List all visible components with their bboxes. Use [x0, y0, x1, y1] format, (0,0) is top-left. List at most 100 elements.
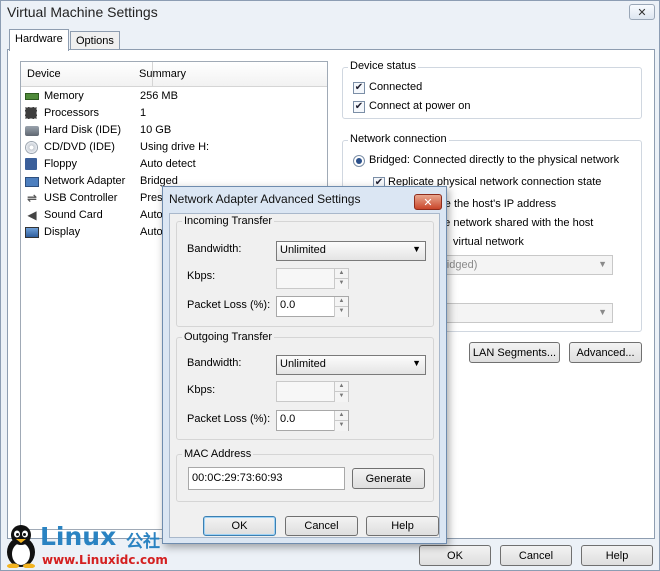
incoming-packet-loss-stepper[interactable]: 0.0 ▲ ▼	[276, 296, 349, 317]
device-summary: Using drive H:	[140, 141, 210, 153]
device-row-floppy[interactable]: Floppy Auto detect	[25, 157, 325, 174]
tab-hardware[interactable]: Hardware	[9, 29, 69, 51]
outgoing-transfer-group: Outgoing Transfer Bandwidth: Unlimited ▼…	[176, 331, 434, 440]
tux-logo-icon	[7, 525, 35, 568]
bridged-label: Bridged: Connected directly to the physi…	[369, 154, 620, 166]
mac-address-group: MAC Address 00:0C:29:73:60:93 Generate	[176, 448, 434, 502]
incoming-bandwidth-select[interactable]: Unlimited ▼	[276, 241, 426, 261]
mac-address-value: 00:0C:29:73:60:93	[192, 472, 283, 484]
spin-down-icon[interactable]: ▼	[334, 421, 348, 431]
spin-down-icon[interactable]: ▼	[334, 307, 348, 317]
device-summary: 1	[140, 107, 147, 119]
cd-dvd-icon	[25, 141, 38, 154]
device-name: CD/DVD (IDE)	[44, 141, 115, 153]
mac-address-label: MAC Address	[182, 448, 254, 460]
advanced-button[interactable]: Advanced...	[569, 342, 642, 363]
dialog-cancel-button[interactable]: Cancel	[285, 516, 358, 536]
lan-segment-select[interactable]: ▼	[433, 303, 613, 323]
dialog-ok-button[interactable]: OK	[203, 516, 276, 536]
device-name: USB Controller	[44, 192, 118, 204]
device-status-label: Device status	[348, 60, 419, 72]
chevron-down-icon: ▼	[412, 244, 421, 254]
device-name: Hard Disk (IDE)	[44, 124, 122, 136]
spin-up-icon[interactable]: ▲	[334, 297, 348, 307]
outgoing-bandwidth-value: Unlimited	[280, 358, 326, 370]
watermark-word: Linux	[40, 522, 117, 551]
outgoing-packet-loss-stepper[interactable]: 0.0 ▲ ▼	[276, 410, 349, 431]
device-summary: 10 GB	[140, 124, 172, 136]
generate-button[interactable]: Generate	[352, 468, 425, 489]
connect-at-power-on-checkbox[interactable]: ✔	[353, 101, 365, 113]
device-row-hard-disk[interactable]: Hard Disk (IDE) 10 GB	[25, 123, 325, 140]
dialog-body: Incoming Transfer Bandwidth: Unlimited ▼…	[169, 213, 440, 538]
incoming-transfer-label: Incoming Transfer	[182, 215, 275, 227]
incoming-bandwidth-label: Bandwidth:	[187, 243, 242, 255]
device-summary: 256 MB	[140, 90, 178, 102]
chevron-down-icon: ▼	[598, 259, 607, 269]
chevron-down-icon: ▼	[412, 358, 421, 368]
outgoing-packet-loss-label: Packet Loss (%):	[187, 413, 271, 425]
device-list-header: Device Summary	[21, 62, 327, 87]
floppy-icon	[25, 158, 37, 170]
memory-icon	[25, 93, 39, 100]
watermark-cn: 公社	[126, 532, 160, 552]
outgoing-transfer-label: Outgoing Transfer	[182, 331, 275, 343]
device-summary: Auto detect	[140, 158, 196, 170]
mac-address-input[interactable]: 00:0C:29:73:60:93	[188, 467, 345, 490]
lan-segments-button[interactable]: LAN Segments...	[469, 342, 560, 363]
host-only-label: ate network shared with the host	[435, 217, 594, 229]
incoming-transfer-group: Incoming Transfer Bandwidth: Unlimited ▼…	[176, 215, 434, 327]
outgoing-kbps-label: Kbps:	[187, 384, 216, 396]
outgoing-bandwidth-select[interactable]: Unlimited ▼	[276, 355, 426, 375]
window-title: Virtual Machine Settings	[7, 4, 158, 20]
custom-label: virtual network	[453, 236, 524, 248]
nat-label: are the host's IP address	[435, 198, 557, 210]
column-device[interactable]: Device	[27, 68, 61, 80]
custom-network-select[interactable]: bridged) ▼	[433, 255, 613, 275]
spin-down-icon[interactable]: ▼	[334, 279, 348, 289]
outgoing-kbps-stepper[interactable]: ▲ ▼	[276, 381, 349, 402]
spin-up-icon[interactable]: ▲	[334, 382, 348, 392]
device-name: Network Adapter	[44, 175, 126, 187]
spin-down-icon[interactable]: ▼	[334, 392, 348, 402]
outgoing-packet-loss-value: 0.0	[280, 413, 296, 425]
network-connection-label: Network connection	[348, 133, 449, 145]
device-name: Memory	[44, 90, 84, 102]
display-icon	[25, 227, 39, 238]
spin-up-icon[interactable]: ▲	[334, 411, 348, 421]
dialog-close-icon[interactable]: ✕	[414, 194, 442, 210]
close-icon[interactable]: ✕	[629, 4, 655, 20]
column-summary[interactable]: Summary	[139, 68, 186, 80]
sound-card-icon: ◀	[27, 208, 37, 222]
usb-icon: ⇌	[26, 191, 38, 205]
chevron-down-icon: ▼	[598, 307, 607, 317]
help-button[interactable]: Help	[581, 545, 653, 566]
connect-at-power-on-label: Connect at power on	[369, 100, 471, 112]
device-name: Sound Card	[44, 209, 103, 221]
incoming-bandwidth-value: Unlimited	[280, 244, 326, 256]
advanced-settings-dialog: Network Adapter Advanced Settings ✕ Inco…	[162, 186, 447, 544]
watermark-url: www.Linuxidc.com	[42, 553, 168, 567]
connected-checkbox[interactable]: ✔	[353, 82, 365, 94]
device-name: Floppy	[44, 158, 78, 170]
device-status-group: Device status ✔ Connected ✔ Connect at p…	[342, 60, 642, 119]
device-row-processors[interactable]: Processors 1	[25, 106, 325, 123]
cancel-button[interactable]: Cancel	[500, 545, 572, 566]
dialog-help-button[interactable]: Help	[366, 516, 439, 536]
processor-icon	[25, 107, 37, 119]
incoming-kbps-label: Kbps:	[187, 270, 216, 282]
bridged-radio[interactable]	[353, 155, 365, 167]
ok-button[interactable]: OK	[419, 545, 491, 566]
connected-label: Connected	[369, 81, 423, 93]
spin-up-icon[interactable]: ▲	[334, 269, 348, 279]
incoming-packet-loss-value: 0.0	[280, 299, 296, 311]
outgoing-bandwidth-label: Bandwidth:	[187, 357, 242, 369]
incoming-kbps-stepper[interactable]: ▲ ▼	[276, 268, 349, 289]
tab-options[interactable]: Options	[70, 31, 120, 51]
device-summary: Auto	[140, 226, 163, 238]
device-summary: Auto	[140, 209, 163, 221]
device-row-memory[interactable]: Memory 256 MB	[25, 89, 325, 106]
hard-disk-icon	[25, 126, 39, 136]
device-row-cd-dvd[interactable]: CD/DVD (IDE) Using drive H:	[25, 140, 325, 157]
device-name: Display	[44, 226, 81, 238]
